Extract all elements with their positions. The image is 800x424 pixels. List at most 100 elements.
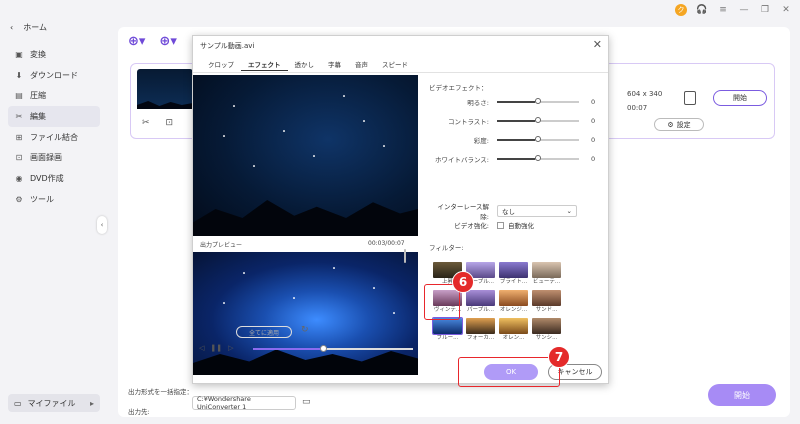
settings-button[interactable]: ⚙ 設定	[654, 118, 704, 131]
format-label: 出力形式を一括指定：	[128, 388, 193, 396]
settings-label: 設定	[676, 120, 691, 129]
filter-item[interactable]: オレン...	[499, 318, 528, 342]
auto-enhance-checkbox[interactable]	[497, 221, 504, 229]
sidebar-item-label: ダウンロード	[30, 70, 78, 80]
filter-title: フィルター:	[429, 244, 464, 252]
contrast-slider[interactable]	[497, 117, 579, 123]
filter-thumb	[499, 318, 528, 334]
sidebar-item-screen-record[interactable]: ⊡ 画面録画	[8, 147, 100, 168]
saturation-value: 0	[591, 136, 596, 144]
filter-item[interactable]: フォーカ...	[466, 318, 495, 342]
minimize-icon[interactable]: —	[738, 4, 750, 16]
tab-watermark[interactable]: 透かし	[288, 59, 322, 71]
sidebar-item-label: 画面録画	[30, 153, 62, 163]
dvd-icon: ◉	[15, 173, 23, 183]
sidebar-item-compress[interactable]: ▤ 圧縮	[8, 85, 100, 106]
chevron-right-icon: ▸	[89, 398, 94, 408]
crop-icon[interactable]: ⊡	[166, 118, 174, 128]
filter-item[interactable]: オレンジ...	[499, 290, 528, 314]
close-icon[interactable]: ✕	[780, 4, 792, 16]
toolbar: ⊕▾ ⊕▾	[128, 34, 177, 49]
sidebar-item-dvd[interactable]: ◉ DVD作成	[8, 168, 100, 189]
file-meta: 604 x 340 00:07	[627, 87, 662, 115]
avatar[interactable]: ク	[675, 4, 687, 16]
folder-icon: ▭	[14, 398, 22, 408]
sidebar-item-edit[interactable]: ✂ 編集	[8, 106, 100, 127]
filter-thumb	[466, 290, 495, 306]
filter-scrollbar[interactable]	[404, 249, 406, 263]
home-link[interactable]: ‹ ホーム	[10, 22, 47, 33]
bottom-labels: 出力形式を一括指定： 出力先:	[128, 381, 193, 421]
sidebar-item-tools[interactable]: ⚙ ツール	[8, 189, 100, 210]
support-icon[interactable]: 🎧	[696, 4, 708, 16]
sidebar: ‹ ホーム ▣ 変換 ⬇ ダウンロード ▤ 圧縮 ✂ 編集 ⊞ ファイル結合 ⊡ 画面録画 …	[0, 0, 108, 424]
slider-knob[interactable]	[535, 155, 541, 161]
pause-icon[interactable]: ❚❚	[210, 344, 222, 352]
screen-record-icon: ⊡	[15, 153, 23, 163]
apply-all-button[interactable]: 全てに適用	[236, 326, 292, 338]
sidebar-item-label: 圧縮	[30, 91, 46, 101]
deinterlace-select[interactable]: なし ⌄	[497, 205, 577, 217]
tab-effect[interactable]: エフェクト	[241, 59, 288, 71]
home-label: ホーム	[23, 23, 47, 32]
duration-text: 00:07	[627, 104, 648, 112]
deinterlace-row: インターレース解除: なし ⌄	[429, 201, 577, 221]
tab-subtitle[interactable]: 字幕	[321, 59, 348, 71]
contrast-value: 0	[591, 117, 596, 125]
add-file-icon[interactable]: ⊕▾	[128, 34, 145, 49]
timeline-progress	[253, 348, 323, 350]
filter-item[interactable]: ビューテ...	[532, 262, 561, 286]
enhance-label: ビデオ強化:	[454, 222, 489, 230]
tab-crop[interactable]: クロップ	[201, 59, 241, 71]
video-effect-title: ビデオエフェクト：	[429, 84, 488, 92]
my-files-button[interactable]: ▭ マイファイル ▸	[8, 394, 100, 412]
filter-item[interactable]: サンド...	[532, 290, 561, 314]
white-balance-label: ホワイトバランス:	[434, 156, 489, 164]
filter-label: フォーカ...	[466, 335, 495, 341]
brightness-slider[interactable]	[497, 98, 579, 104]
menu-icon[interactable]: ≡	[717, 4, 729, 16]
sidebar-item-merge[interactable]: ⊞ ファイル結合	[8, 127, 100, 148]
output-path-select[interactable]: C:¥Wondershare UniConverter 1	[192, 395, 296, 411]
next-frame-icon[interactable]: ▷	[228, 344, 233, 352]
slider-knob[interactable]	[535, 136, 541, 142]
file-settings-icon[interactable]	[684, 91, 696, 105]
filter-thumb	[499, 262, 528, 278]
filter-thumb	[532, 262, 561, 278]
chevron-down-icon: ⌄	[566, 207, 572, 215]
tab-speed[interactable]: スピード	[375, 59, 415, 71]
sidebar-item-label: DVD作成	[30, 173, 64, 183]
start-button[interactable]: 開始	[708, 384, 776, 406]
collapse-sidebar-button[interactable]: ‹	[97, 216, 107, 234]
open-folder-icon[interactable]: ▭	[302, 397, 311, 407]
filter-label: パープル...	[467, 307, 494, 313]
my-files-label: マイファイル	[27, 398, 76, 408]
filter-item[interactable]: サンシ...	[532, 318, 561, 342]
cut-icon[interactable]: ✂	[142, 118, 150, 128]
saturation-slider[interactable]	[497, 136, 579, 142]
sidebar-item-label: ファイル結合	[30, 132, 78, 142]
sidebar-item-download[interactable]: ⬇ ダウンロード	[8, 65, 100, 86]
filter-item[interactable]: ブライト...	[499, 262, 528, 286]
original-preview	[193, 75, 418, 236]
add-more-icon[interactable]: ⊕▾	[159, 34, 176, 49]
reset-icon[interactable]: ↻	[301, 325, 309, 335]
start-small-button[interactable]: 開始	[713, 90, 767, 106]
timeline-slider[interactable]	[253, 345, 413, 352]
prev-frame-icon[interactable]: ◁	[199, 344, 204, 352]
mountain-silhouette	[193, 200, 418, 236]
slider-knob[interactable]	[535, 117, 541, 123]
white-balance-slider[interactable]	[497, 155, 579, 161]
restore-icon[interactable]: ❐	[759, 4, 771, 16]
video-thumbnail[interactable]	[137, 69, 193, 109]
slider-knob[interactable]	[535, 98, 541, 104]
brightness-value: 0	[591, 98, 596, 106]
sidebar-item-label: 編集	[30, 111, 46, 121]
sidebar-item-convert[interactable]: ▣ 変換	[8, 44, 100, 65]
tab-audio[interactable]: 音声	[348, 59, 375, 71]
timeline-knob[interactable]	[320, 345, 327, 352]
close-icon[interactable]: ✕	[593, 38, 602, 51]
filter-item-selected[interactable]: ブルー...	[432, 317, 463, 342]
enhance-row: ビデオ強化: 自動強化	[429, 220, 534, 230]
filter-item[interactable]: パープル...	[466, 290, 495, 314]
